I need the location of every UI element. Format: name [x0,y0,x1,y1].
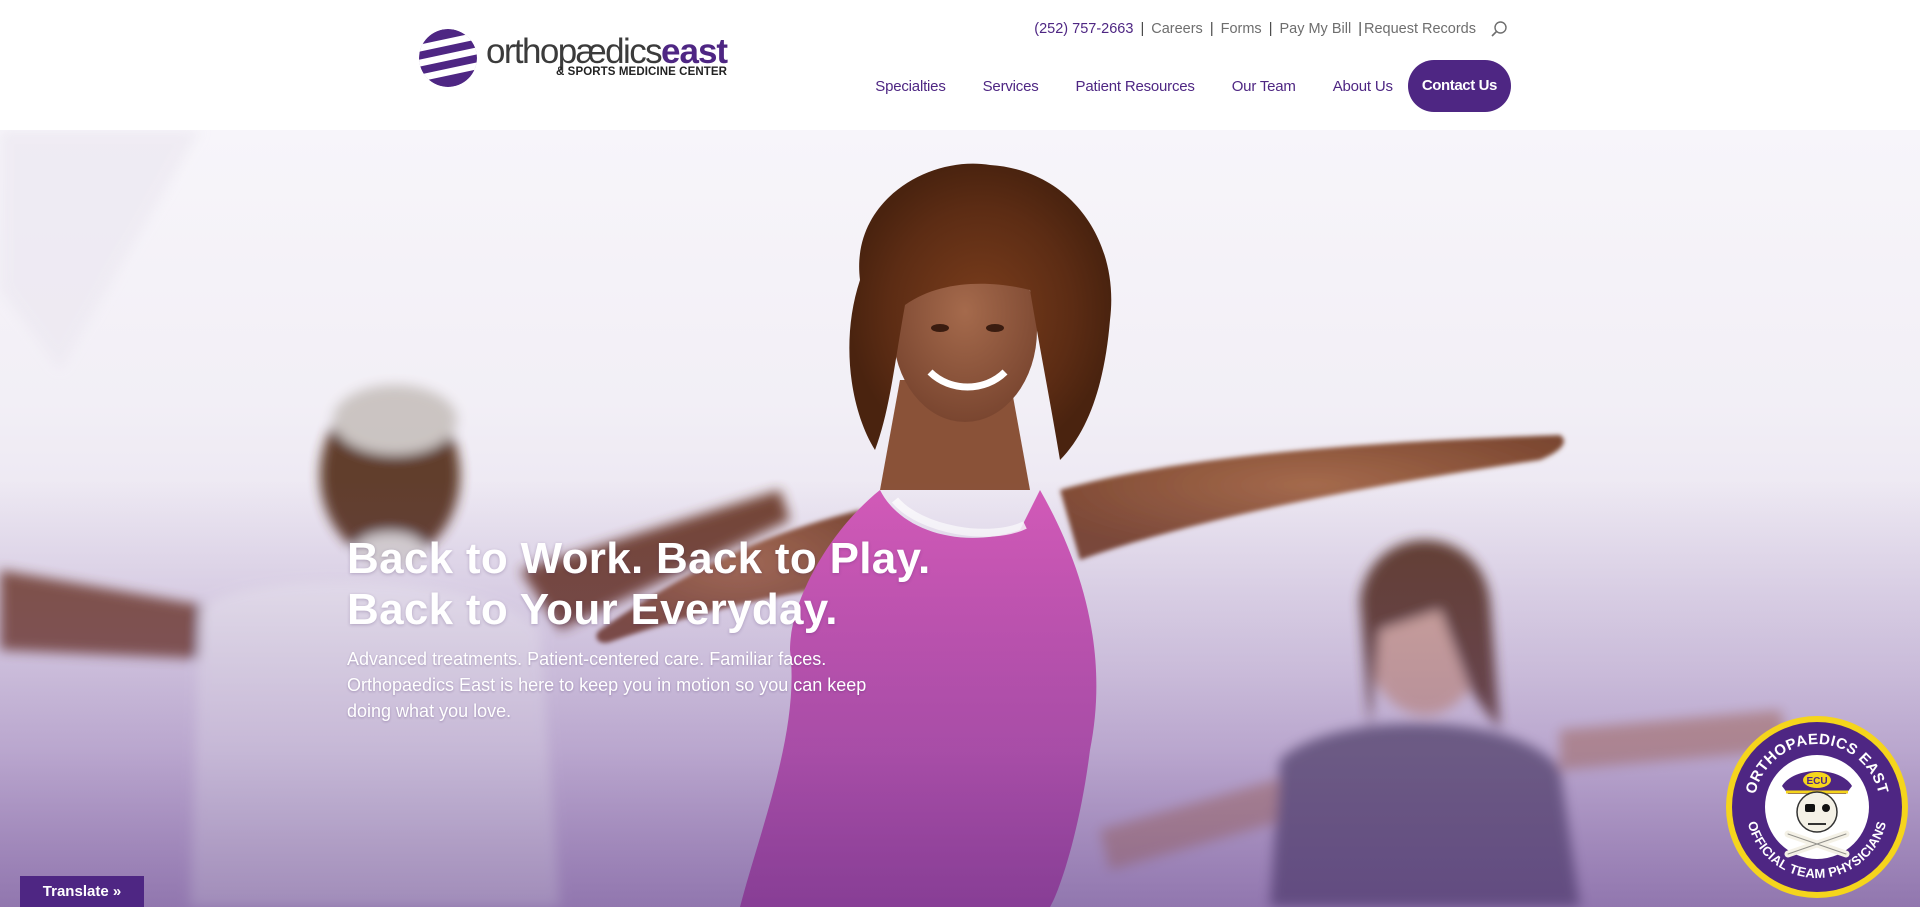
ecu-team-physicians-badge[interactable]: ORTHOPAEDICS EAST OFFICIAL TEAM PHYSICIA… [1724,714,1910,900]
utility-bar: (252) 757-2663 | Careers | Forms | Pay M… [1034,20,1508,38]
request-records-link[interactable]: Request Records [1364,21,1476,37]
search-icon[interactable] [1490,20,1508,38]
contact-us-button[interactable]: Contact Us [1407,60,1511,112]
logo[interactable]: orthopædicseast & SPORTS MEDICINE CENTER [418,28,748,92]
hero-description: Advanced treatments. Patient-centered ca… [347,649,867,721]
logo-stripes-icon [419,29,477,87]
hero-overlay [0,130,1920,907]
divider: | [1358,21,1362,37]
divider: | [1268,21,1273,37]
pay-my-bill-link[interactable]: Pay My Bill [1279,21,1351,37]
main-nav: Specialties Services Patient Resources O… [838,60,1511,112]
nav-services[interactable]: Services [983,78,1039,95]
nav-specialties[interactable]: Specialties [875,78,946,95]
nav-about-us[interactable]: About Us [1333,78,1393,95]
nav-our-team[interactable]: Our Team [1232,78,1296,95]
phone-link[interactable]: (252) 757-2663 [1034,21,1133,37]
site-header: orthopædicseast & SPORTS MEDICINE CENTER… [0,0,1920,130]
svg-text:ECU: ECU [1806,776,1827,787]
hero-section [0,130,1920,907]
forms-link[interactable]: Forms [1221,21,1262,37]
nav-patient-resources[interactable]: Patient Resources [1076,78,1195,95]
hero-heading: Back to Work. Back to Play. Back to Your… [347,534,931,634]
careers-link[interactable]: Careers [1151,21,1203,37]
translate-button[interactable]: Translate » [20,876,144,907]
divider: | [1140,21,1145,37]
divider: | [1209,21,1214,37]
